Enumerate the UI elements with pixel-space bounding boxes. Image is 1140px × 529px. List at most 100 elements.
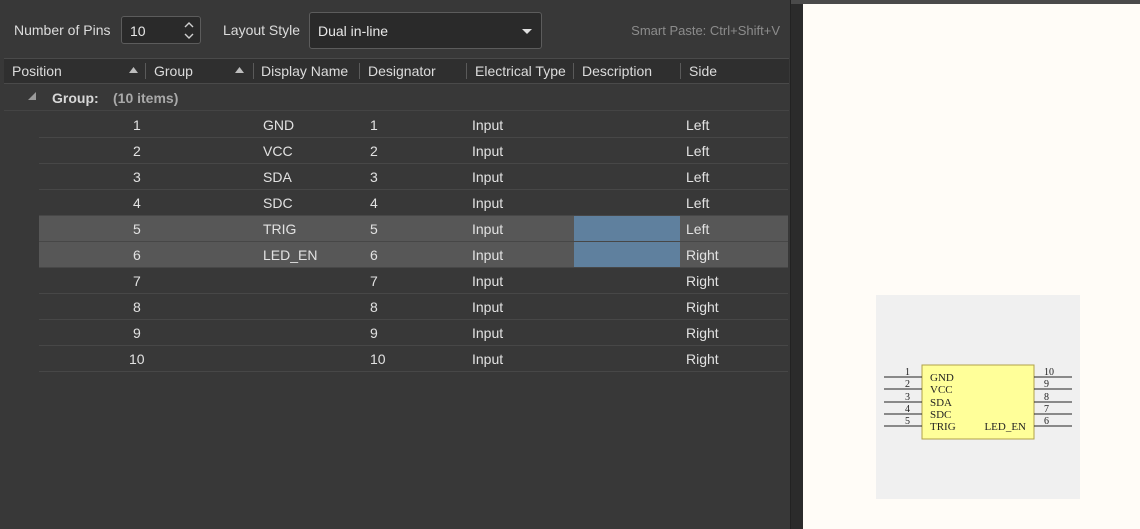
chevron-down-icon (522, 29, 532, 34)
svg-text:SDA: SDA (930, 397, 952, 409)
cell-electrical-type: Input (472, 221, 504, 237)
symbol-preview-panel: 1 GND 2 VCC 3 SDA 4 SDC 5 TRIG 10 9 8 7 … (803, 4, 1140, 529)
svg-text:TRIG: TRIG (930, 421, 956, 433)
layout-style-dropdown[interactable]: Dual in-line (309, 12, 542, 49)
col-designator[interactable]: Designator (368, 59, 436, 83)
cell-side: Right (686, 299, 719, 315)
table-row[interactable]: 9 9 Input Right (39, 320, 788, 346)
cell-side: Left (686, 221, 710, 237)
cell-electrical-type: Input (472, 351, 504, 367)
description-cell-selected[interactable] (574, 216, 680, 241)
right-pin-9: 9 (1034, 379, 1072, 390)
table-row[interactable]: 10 10 Input Right (39, 346, 788, 372)
cell-side: Right (686, 351, 719, 367)
cell-display-name: GND (263, 117, 295, 133)
cell-position: 9 (133, 325, 141, 341)
cell-display-name: TRIG (263, 221, 297, 237)
svg-text:6: 6 (1044, 416, 1049, 427)
cell-designator: 8 (370, 299, 378, 315)
cell-electrical-type: Input (472, 117, 504, 133)
svg-text:10: 10 (1044, 367, 1054, 378)
sort-ascending-icon[interactable] (129, 67, 138, 73)
col-electrical-type[interactable]: Electrical Type (475, 59, 566, 83)
num-pins-stepper[interactable]: 10 (121, 16, 201, 44)
right-pin-10: 10 (1034, 367, 1072, 378)
cell-position: 5 (133, 221, 141, 237)
col-position[interactable]: Position (12, 59, 62, 83)
svg-text:LED_EN: LED_EN (984, 421, 1026, 433)
cell-electrical-type: Input (472, 299, 504, 315)
cell-designator: 5 (370, 221, 378, 237)
group-label: Group: (52, 90, 99, 106)
cell-designator: 7 (370, 273, 378, 289)
column-divider[interactable] (680, 63, 681, 79)
table-row[interactable]: 8 8 Input Right (39, 294, 788, 320)
column-divider[interactable] (573, 63, 574, 79)
description-cell-selected[interactable] (574, 242, 680, 267)
cell-side: Right (686, 247, 719, 263)
cell-position: 3 (133, 169, 141, 185)
svg-text:8: 8 (1044, 392, 1049, 403)
layout-style-value: Dual in-line (318, 23, 389, 39)
cell-display-name: SDC (263, 195, 293, 211)
collapse-triangle-icon[interactable] (28, 92, 37, 101)
cell-designator: 10 (370, 351, 386, 367)
group-row[interactable]: Group: (10 items) (4, 84, 789, 111)
table-row-selected[interactable]: 5 TRIG 5 Input Left (39, 216, 788, 242)
cell-display-name: LED_EN (263, 247, 318, 263)
cell-side: Right (686, 273, 719, 289)
sort-ascending-icon[interactable] (235, 67, 244, 73)
cell-position: 1 (133, 117, 141, 133)
cell-position: 8 (133, 299, 141, 315)
cell-electrical-type: Input (472, 325, 504, 341)
cell-electrical-type: Input (472, 143, 504, 159)
column-divider[interactable] (466, 63, 467, 79)
component-symbol: 1 GND 2 VCC 3 SDA 4 SDC 5 TRIG 10 9 8 7 … (884, 364, 1072, 440)
table-row-selected[interactable]: 6 LED_EN 6 Input Right (39, 242, 788, 268)
right-pin-8: 8 (1034, 392, 1072, 403)
cell-electrical-type: Input (472, 169, 504, 185)
col-group[interactable]: Group (154, 59, 193, 83)
table-row[interactable]: 7 7 Input Right (39, 268, 788, 294)
svg-text:2: 2 (905, 379, 910, 390)
cell-designator: 6 (370, 247, 378, 263)
pin-table-panel: Number of Pins 10 Layout Style Dual in-l… (0, 0, 791, 529)
svg-text:7: 7 (1044, 404, 1049, 415)
table-row[interactable]: 4 SDC 4 Input Left (39, 190, 788, 216)
smart-paste-hint: Smart Paste: Ctrl+Shift+V (631, 23, 780, 38)
stepper-up-icon[interactable] (183, 20, 195, 30)
cell-position: 2 (133, 143, 141, 159)
cell-position: 10 (129, 351, 145, 367)
column-divider[interactable] (145, 63, 146, 79)
svg-text:3: 3 (905, 392, 910, 403)
table-row[interactable]: 2 VCC 2 Input Left (39, 138, 788, 164)
column-divider[interactable] (253, 63, 254, 79)
num-pins-label: Number of Pins (14, 22, 111, 38)
cell-display-name: VCC (263, 143, 293, 159)
num-pins-value[interactable]: 10 (130, 23, 146, 39)
cell-side: Left (686, 195, 710, 211)
cell-designator: 2 (370, 143, 378, 159)
stepper-down-icon[interactable] (183, 31, 195, 41)
cell-electrical-type: Input (472, 247, 504, 263)
cell-designator: 9 (370, 325, 378, 341)
cell-position: 7 (133, 273, 141, 289)
col-description[interactable]: Description (582, 59, 652, 83)
svg-text:4: 4 (905, 404, 910, 415)
svg-text:SDC: SDC (930, 409, 951, 421)
table-header: Position Group Display Name Designator E… (4, 58, 789, 84)
table-row[interactable]: 1 GND 1 Input Left (39, 112, 788, 138)
col-display-name[interactable]: Display Name (261, 59, 348, 83)
col-side[interactable]: Side (689, 59, 717, 83)
svg-text:9: 9 (1044, 379, 1049, 390)
svg-text:5: 5 (905, 416, 910, 427)
cell-electrical-type: Input (472, 273, 504, 289)
symbol-preview-canvas: 1 GND 2 VCC 3 SDA 4 SDC 5 TRIG 10 9 8 7 … (876, 295, 1080, 499)
table-row[interactable]: 3 SDA 3 Input Left (39, 164, 788, 190)
svg-text:GND: GND (930, 372, 954, 384)
svg-text:1: 1 (905, 367, 910, 378)
right-pin-7: 7 (1034, 404, 1072, 415)
column-divider[interactable] (359, 63, 360, 79)
cell-side: Left (686, 143, 710, 159)
cell-side: Right (686, 325, 719, 341)
